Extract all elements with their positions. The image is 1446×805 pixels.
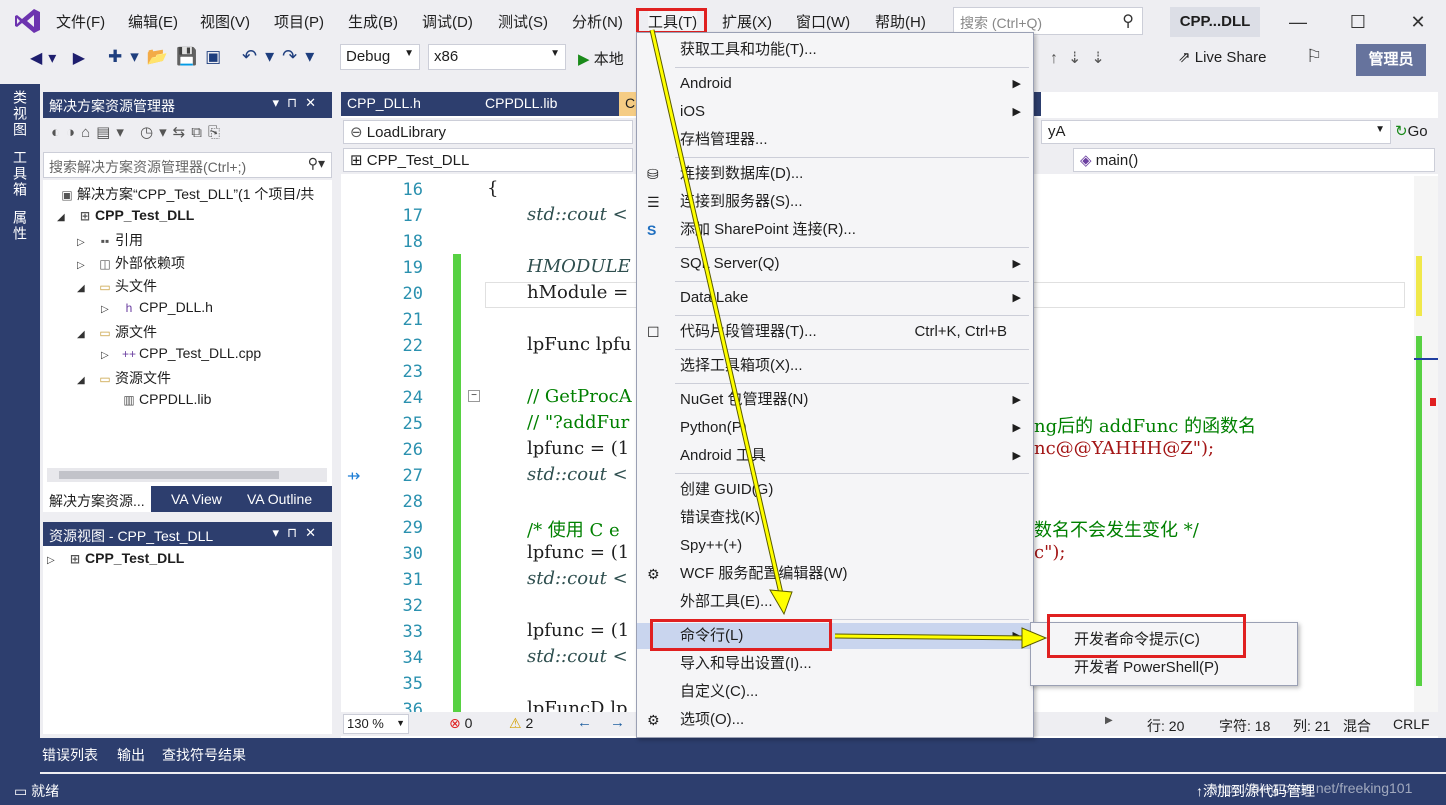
- annotation-arrows: [649, 29, 1048, 649]
